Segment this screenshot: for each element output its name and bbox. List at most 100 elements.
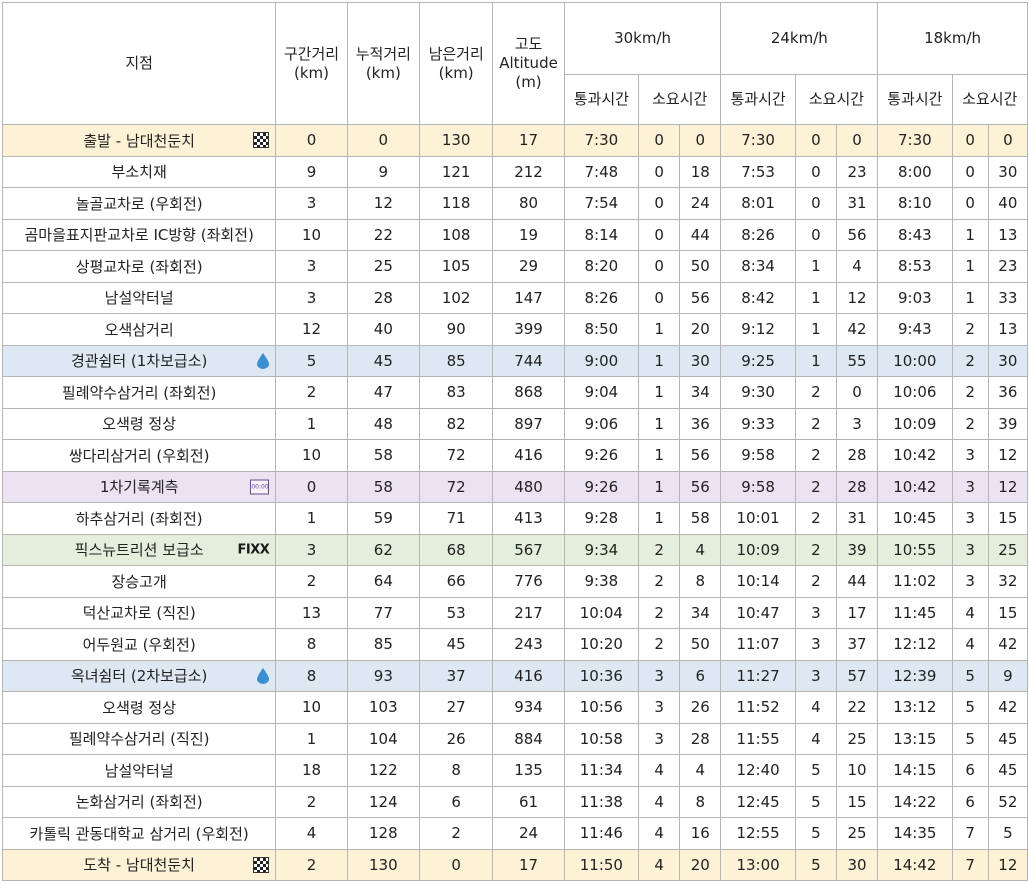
cell-elapsed-minutes-30: 56 (679, 470, 722, 503)
cell-elapsed-minutes-18: 25 (987, 533, 1029, 566)
cell-segment-distance: 2 (275, 848, 348, 881)
cell-pass-time-30: 8:20 (563, 250, 640, 283)
cell-elapsed-hours-30: 0 (638, 250, 681, 283)
cell-pass-time-30: 10:04 (563, 596, 640, 629)
cell-remaining-distance: 8 (418, 754, 494, 787)
point-name: 부소치재 (111, 163, 167, 182)
cell-pass-time-30: 10:58 (563, 722, 640, 755)
cell-elapsed-minutes-24: 37 (835, 628, 879, 661)
header-cumulative-distance: 누적거리 (km) (346, 2, 421, 125)
cell-elapsed-minutes-24: 17 (835, 596, 879, 629)
cell-point-name: 픽스뉴트리션 보급소 FIXX (1, 533, 277, 566)
header-speed-24: 24km/h (720, 2, 879, 75)
table-header: 지점 구간거리 (km) 누적거리 (km) 남은거리 (km) 고도 Altitude… (1, 2, 1028, 125)
cell-elapsed-hours-24: 3 (794, 596, 837, 629)
cell-cumulative-distance: 64 (346, 565, 421, 598)
cell-elapsed-minutes-30: 20 (679, 848, 722, 881)
cell-cumulative-distance: 48 (346, 407, 421, 440)
timer-icon: 00:00 (250, 479, 270, 495)
cell-elapsed-hours-30: 4 (638, 848, 681, 881)
cell-pass-time-18: 13:15 (877, 722, 953, 755)
cell-point-name: 쌍다리삼거리 (우회전) (1, 439, 277, 472)
cell-pass-time-30: 8:14 (563, 218, 640, 251)
cell-remaining-distance: 83 (418, 376, 494, 409)
cell-pass-time-24: 8:01 (720, 187, 796, 220)
point-name: 옥녀쉼터 (2차보급소) (70, 667, 208, 686)
cell-elapsed-minutes-30: 4 (679, 754, 722, 787)
cell-altitude: 29 (492, 250, 565, 283)
cell-altitude: 147 (492, 281, 565, 314)
cell-pass-time-30: 11:46 (563, 817, 640, 850)
cell-pass-time-30: 9:26 (563, 470, 640, 503)
cell-elapsed-minutes-18: 9 (987, 659, 1029, 692)
cell-segment-distance: 0 (275, 124, 348, 157)
cell-elapsed-minutes-30: 26 (679, 691, 722, 724)
cell-elapsed-minutes-24: 44 (835, 565, 879, 598)
cell-elapsed-hours-18: 6 (951, 754, 989, 787)
cell-pass-time-30: 8:50 (563, 313, 640, 346)
cell-segment-distance: 9 (275, 155, 348, 188)
point-name: 남설악터널 (104, 761, 174, 780)
cell-elapsed-minutes-24: 25 (835, 722, 879, 755)
cell-point-name: 하추삼거리 (좌회전) (1, 502, 277, 535)
cell-remaining-distance: 72 (418, 470, 494, 503)
cell-elapsed-minutes-18: 39 (987, 407, 1029, 440)
cell-pass-time-18: 14:22 (877, 785, 953, 818)
cell-elapsed-hours-30: 2 (638, 565, 681, 598)
cell-remaining-distance: 0 (418, 848, 494, 881)
table-row: 오색삼거리 12 40 90 399 8:50 1 20 9:12 1 42 9:43 2 13 (1, 313, 1029, 346)
table-row: 부소치재 9 9 121 212 7:48 0 18 7:53 0 23 8:00 0 30 (1, 155, 1029, 188)
cell-elapsed-hours-18: 3 (951, 565, 989, 598)
cell-elapsed-minutes-24: 28 (835, 439, 879, 472)
cell-segment-distance: 8 (275, 628, 348, 661)
cell-cumulative-distance: 45 (346, 344, 421, 377)
cell-elapsed-minutes-30: 34 (679, 376, 722, 409)
point-name: 픽스뉴트리션 보급소 (74, 541, 204, 560)
cell-pass-time-30: 11:34 (563, 754, 640, 787)
cell-altitude: 217 (492, 596, 565, 629)
cell-elapsed-minutes-18: 5 (987, 817, 1029, 850)
cell-segment-distance: 10 (275, 218, 348, 251)
cell-elapsed-hours-24: 0 (794, 124, 837, 157)
cell-point-name: 상평교차로 (좌회전) (1, 250, 277, 283)
cell-elapsed-hours-18: 3 (951, 533, 989, 566)
cell-cumulative-distance: 77 (346, 596, 421, 629)
cell-elapsed-minutes-30: 44 (679, 218, 722, 251)
header-elapsed-18: 소요시간 (951, 74, 1028, 125)
cell-pass-time-18: 12:12 (877, 628, 953, 661)
cell-elapsed-hours-18: 5 (951, 659, 989, 692)
cell-cumulative-distance: 9 (346, 155, 421, 188)
table-row: 남설악터널 18 122 8 135 11:34 4 4 12:40 5 10 14:15 6 45 (1, 754, 1029, 787)
cell-elapsed-minutes-18: 15 (987, 596, 1029, 629)
cell-elapsed-hours-18: 4 (951, 596, 989, 629)
cell-point-name: 1차기록계측 00:00 (1, 470, 277, 503)
cell-pass-time-24: 11:52 (720, 691, 796, 724)
cell-segment-distance: 1 (275, 407, 348, 440)
cell-pass-time-18: 8:43 (877, 218, 953, 251)
cell-cumulative-distance: 0 (346, 124, 421, 157)
cell-elapsed-minutes-24: 42 (835, 313, 879, 346)
cell-elapsed-hours-24: 4 (794, 722, 837, 755)
cell-pass-time-30: 8:26 (563, 281, 640, 314)
cell-elapsed-minutes-24: 12 (835, 281, 879, 314)
cell-elapsed-minutes-24: 4 (835, 250, 879, 283)
cell-altitude: 135 (492, 754, 565, 787)
cell-cumulative-distance: 25 (346, 250, 421, 283)
cell-elapsed-hours-24: 2 (794, 376, 837, 409)
cell-altitude: 19 (492, 218, 565, 251)
cell-altitude: 413 (492, 502, 565, 535)
cell-elapsed-hours-24: 3 (794, 628, 837, 661)
cell-pass-time-18: 10:45 (877, 502, 953, 535)
cell-elapsed-minutes-18: 12 (987, 470, 1029, 503)
cell-segment-distance: 2 (275, 565, 348, 598)
cell-altitude: 24 (492, 817, 565, 850)
cell-altitude: 80 (492, 187, 565, 220)
cell-elapsed-hours-30: 0 (638, 124, 681, 157)
cell-elapsed-hours-24: 1 (794, 250, 837, 283)
cell-point-name: 부소치재 (1, 155, 277, 188)
cell-elapsed-hours-30: 1 (638, 344, 681, 377)
cell-altitude: 17 (492, 124, 565, 157)
cell-pass-time-24: 12:55 (720, 817, 796, 850)
header-pass-time-18: 통과시간 (877, 74, 953, 125)
cell-elapsed-hours-30: 0 (638, 218, 681, 251)
